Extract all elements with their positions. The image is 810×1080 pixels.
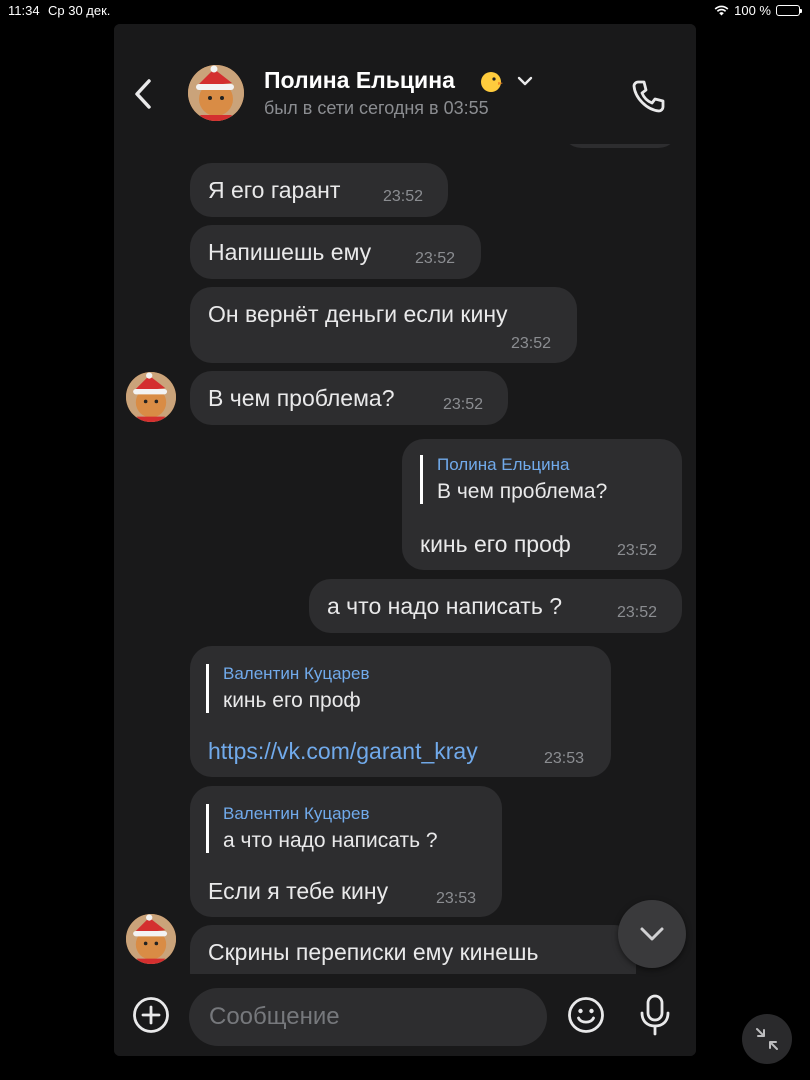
message-list[interactable]: Я его гарант 23:52 Напишешь ему 23:52 Он… — [114, 94, 696, 995]
battery-icon — [776, 5, 802, 16]
message-bubble[interactable]: Валентин Куцарев кинь его проф https://v… — [190, 646, 611, 777]
cat-avatar-image — [126, 372, 176, 422]
reply-author: Полина Ельцина — [437, 455, 570, 474]
message-time: 23:52 — [617, 542, 658, 559]
message-bubble[interactable]: Я его гарант 23:52 — [190, 163, 448, 217]
wifi-icon — [714, 5, 729, 16]
message-time: 23:52 — [383, 188, 424, 205]
message-bubble-outgoing[interactable]: Полина Ельцина В чем проблема? кинь его … — [402, 439, 682, 570]
reply-quote[interactable]: Валентин Куцарев кинь его проф — [206, 664, 369, 713]
status-right: 100 % — [714, 3, 802, 18]
message-text: кинь его проф — [420, 531, 571, 557]
message-input[interactable] — [189, 988, 547, 1046]
collapse-arrows-icon — [756, 1028, 778, 1050]
sender-avatar[interactable] — [126, 372, 176, 422]
message-bubble[interactable]: Он вернёт деньги если кину 23:52 — [190, 287, 577, 363]
cat-avatar-image — [188, 65, 244, 121]
sender-avatar[interactable] — [126, 914, 176, 964]
message-time: 23:52 — [511, 335, 552, 352]
chevron-down-icon — [640, 927, 664, 941]
message-text: Он вернёт деньги если кину — [208, 301, 508, 327]
status-date: Ср 30 дек. — [48, 3, 111, 18]
microphone-icon[interactable] — [638, 994, 672, 1036]
plus-circle-icon[interactable] — [132, 996, 170, 1034]
chat-window: Полина Ельцина был в сети сегодня в 03:5… — [114, 24, 696, 1056]
message-bubble-outgoing[interactable]: а что надо написать ? 23:52 — [309, 579, 682, 633]
message-text: Напишешь ему — [208, 239, 372, 265]
message-text: В чем проблема? — [208, 385, 395, 411]
battery-percent: 100 % — [734, 3, 771, 18]
message-text: а что надо написать ? — [327, 593, 562, 619]
chat-header: Полина Ельцина был в сети сегодня в 03:5… — [114, 24, 696, 144]
phone-icon[interactable] — [628, 76, 668, 116]
contact-name[interactable]: Полина Ельцина — [264, 67, 455, 94]
reply-text: В чем проблема? — [437, 480, 608, 503]
smile-icon[interactable] — [567, 996, 605, 1034]
status-time: 11:34 — [8, 3, 40, 18]
cat-avatar-image — [126, 914, 176, 964]
avatar[interactable] — [188, 65, 244, 121]
reply-text: кинь его проф — [223, 689, 361, 712]
chevron-left-icon — [135, 79, 151, 109]
status-bar: 11:34 Ср 30 дек. 100 % — [0, 0, 810, 22]
message-text: Я его гарант — [208, 177, 341, 203]
reply-quote[interactable]: Полина Ельцина В чем проблема? — [420, 455, 607, 504]
reply-author: Валентин Куцарев — [223, 804, 370, 823]
scroll-down-button[interactable] — [618, 900, 686, 968]
chevron-down-icon[interactable] — [516, 74, 534, 88]
message-link[interactable]: https://vk.com/garant_kray — [208, 738, 478, 765]
message-bubble[interactable]: Напишешь ему 23:52 — [190, 225, 481, 279]
message-composer — [114, 974, 696, 1056]
last-seen-status: был в сети сегодня в 03:55 — [264, 98, 489, 118]
reply-quote[interactable]: Валентин Куцарев а что надо написать ? — [206, 804, 438, 853]
message-bubble[interactable]: В чем проблема? 23:52 — [190, 371, 508, 425]
message-time: 23:52 — [443, 396, 484, 413]
message-bubble[interactable]: Валентин Куцарев а что надо написать ? Е… — [190, 786, 502, 917]
message-text: Если я тебе кину — [208, 878, 389, 904]
reply-author: Валентин Куцарев — [223, 664, 370, 683]
collapse-button[interactable] — [742, 1014, 792, 1064]
message-time: 23:52 — [415, 250, 456, 267]
message-time: 23:53 — [544, 750, 585, 767]
message-time: 23:53 — [436, 890, 477, 907]
message-text: Скрины переписки ему кинешь — [208, 939, 539, 965]
reply-text: а что надо написать ? — [223, 829, 438, 852]
message-time: 23:52 — [617, 604, 658, 621]
chick-emoji-icon — [478, 68, 504, 99]
back-button[interactable] — [128, 74, 158, 114]
